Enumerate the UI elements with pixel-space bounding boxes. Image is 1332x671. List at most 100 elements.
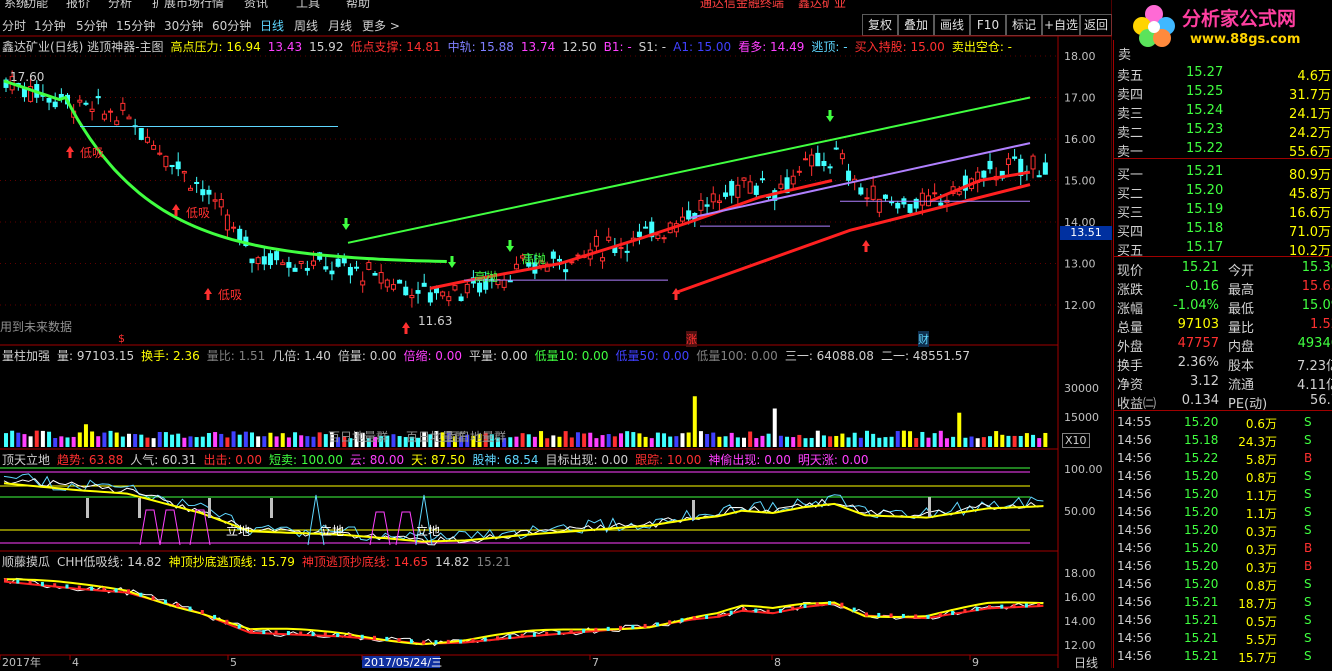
tick-row[interactable]: 14:56 15.18 24.3万 S <box>1114 431 1332 449</box>
tick-side: B <box>1304 541 1313 555</box>
volume-bar <box>10 430 15 447</box>
quote-stat-row[interactable]: 总量97103量比1.52 <box>1114 315 1332 336</box>
date-unit-label: 日线 <box>1074 656 1099 670</box>
indicator2-mini-candle <box>742 607 745 612</box>
candle-body <box>643 226 649 229</box>
tick-row[interactable]: 14:56 15.20 0.8万 S <box>1114 575 1332 593</box>
quote-stat-row[interactable]: 换手2.36%股本7.23亿 <box>1114 353 1332 374</box>
tick-row[interactable]: 14:56 15.20 0.3万 S <box>1114 521 1332 539</box>
quote-stat-row[interactable]: 现价15.21今开15.36 <box>1114 258 1332 279</box>
order-sell-row[interactable]: 卖二 15.23 24.2万 <box>1114 120 1332 141</box>
logo-title: 分析家公式网 <box>1182 8 1297 30</box>
indicator2-mini-candle <box>914 614 918 619</box>
order-buy-row[interactable]: 买三 15.19 16.6万 <box>1114 200 1332 221</box>
tick-side: S <box>1304 595 1312 609</box>
volume-bar <box>268 432 273 447</box>
quote-stat-row[interactable]: 涨跌-0.16最高15.65 <box>1114 277 1332 298</box>
indicator2-mini-candle <box>754 608 758 613</box>
order-buy-row[interactable]: 买五 15.17 10.2万 <box>1114 238 1332 259</box>
volume-bar <box>551 435 556 447</box>
tick-price: 15.21 <box>1184 613 1219 627</box>
tick-row[interactable]: 14:56 15.21 0.5万 S <box>1114 611 1332 629</box>
indicator2-mini-candle <box>532 632 536 637</box>
quote-stat-row[interactable]: 收益㈡0.134PE(动)56.7 <box>1114 391 1332 412</box>
indicator1-marker <box>692 500 695 520</box>
buy-low-label-1: 低吸 <box>80 146 105 160</box>
indicator2-mini-candle <box>90 586 94 591</box>
indicator2-mini-candle <box>643 623 647 628</box>
indicator2-mini-candle <box>188 606 192 611</box>
volume-bar <box>40 430 45 447</box>
tick-row[interactable]: 14:55 15.20 0.6万 S <box>1114 413 1332 431</box>
tick-row[interactable]: 14:56 15.21 18.7万 S <box>1114 593 1332 611</box>
volume-bar <box>213 432 218 447</box>
indicator1-spike <box>369 511 391 546</box>
tick-price: 15.20 <box>1184 505 1219 519</box>
high-price-label: 17.60 <box>10 70 45 84</box>
candle-body <box>384 279 390 288</box>
volume-bar <box>194 437 199 447</box>
date-axis-label: 4 <box>72 656 79 668</box>
indicator2-mini-candle <box>397 638 401 643</box>
volume-bar <box>619 433 623 447</box>
order-sell-row[interactable]: 卖五 15.27 4.6万 <box>1114 63 1332 84</box>
tick-row[interactable]: 14:56 15.21 15.7万 S <box>1114 647 1332 665</box>
tick-row[interactable]: 14:56 15.22 5.8万 B <box>1114 449 1332 467</box>
tick-row[interactable]: 14:56 15.20 0.8万 S <box>1114 467 1332 485</box>
indicator2-mini-candle <box>631 624 635 629</box>
price-axis-label: 15.00 <box>1064 175 1096 188</box>
candle-body <box>796 170 802 173</box>
order-sell-row[interactable]: 卖一 15.22 55.6万 <box>1114 139 1332 160</box>
volume-bar <box>914 438 919 447</box>
indicator2-mini-candle <box>1037 602 1041 607</box>
indicator2-mini-candle <box>877 612 881 617</box>
volume-bar <box>612 436 617 447</box>
candle-body <box>274 251 280 261</box>
volume-bar <box>686 432 691 447</box>
lidi-label-3: 立地 <box>416 524 441 538</box>
order-buy-row[interactable]: 买一 15.21 80.9万 <box>1114 162 1332 183</box>
volume-bar <box>766 433 771 447</box>
candle-body <box>354 266 360 269</box>
candle-body <box>46 98 52 103</box>
tick-time: 14:56 <box>1117 613 1152 627</box>
quote-stat-row[interactable]: 涨幅-1.04%最低15.09 <box>1114 296 1332 317</box>
indicator2-mini-candle <box>53 583 57 588</box>
buy-arrow-icon <box>672 288 680 300</box>
candle-body <box>735 184 741 198</box>
tick-price: 15.22 <box>1184 451 1219 465</box>
low-price-label: 11.63 <box>418 314 453 328</box>
tick-row[interactable]: 14:56 15.20 1.1万 S <box>1114 503 1332 521</box>
indicator2-axis-label: 12.00 <box>1064 639 1096 652</box>
quote-stat-row[interactable]: 外盘47757内盘49346 <box>1114 334 1332 355</box>
tick-volume: 0.6万 <box>1245 417 1277 431</box>
candle-body <box>304 267 310 271</box>
volume-bar <box>151 438 156 447</box>
order-sell-row[interactable]: 卖四 15.25 31.7万 <box>1114 82 1332 103</box>
volume-bar <box>926 437 931 447</box>
volume-bar <box>846 437 851 447</box>
volume-bar <box>938 430 943 447</box>
candle-body <box>188 187 193 191</box>
tick-volume: 1.1万 <box>1245 507 1277 521</box>
indicator2-mini-candle <box>127 589 130 594</box>
tick-row[interactable]: 14:56 15.20 0.3万 B <box>1114 557 1332 575</box>
order-buy-row[interactable]: 买四 15.18 71.0万 <box>1114 219 1332 240</box>
tick-row[interactable]: 14:56 15.20 0.3万 B <box>1114 539 1332 557</box>
tick-time: 14:55 <box>1117 415 1152 429</box>
stat-value: 15.65 <box>1301 279 1332 294</box>
tick-row[interactable]: 14:56 15.20 1.1万 S <box>1114 485 1332 503</box>
order-sell-row[interactable]: 卖三 15.24 24.1万 <box>1114 101 1332 122</box>
candle-body <box>759 178 765 181</box>
candle-body <box>778 183 784 189</box>
kline-chart[interactable]: 18.00 17.00 16.00 15.00 14.00 13.00 12.00 30000… <box>0 0 1112 668</box>
tick-volume: 0.3万 <box>1245 525 1277 539</box>
tick-row[interactable]: 14:56 15.21 5.5万 S <box>1114 629 1332 647</box>
quote-stat-row[interactable]: 净资3.12流通4.11亿 <box>1114 372 1332 393</box>
order-buy-row[interactable]: 买二 15.20 45.8万 <box>1114 181 1332 202</box>
indicator2-mini-candle <box>139 592 143 597</box>
price-axis-label: 12.00 <box>1064 299 1096 312</box>
candle-body <box>1005 158 1011 166</box>
volume-unit-label: X10 <box>1062 433 1090 448</box>
order-price: 15.19 <box>1186 202 1224 217</box>
